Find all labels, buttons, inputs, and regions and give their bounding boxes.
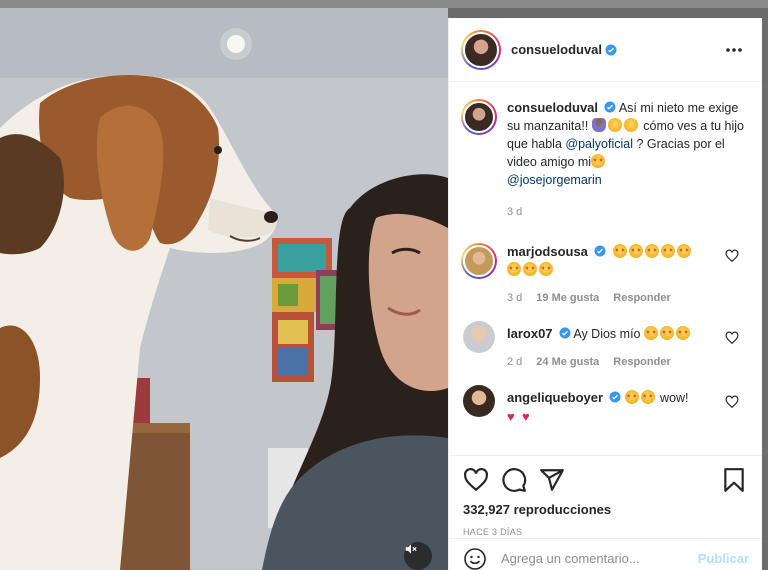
verified-icon <box>609 391 621 403</box>
like-comment-heart-icon[interactable] <box>725 395 739 409</box>
star-eyes-emoji-icon <box>628 244 643 258</box>
verified-icon <box>594 245 606 257</box>
more-options-button[interactable] <box>722 38 746 62</box>
smile-icon[interactable] <box>463 547 487 570</box>
mute-button[interactable] <box>404 542 432 570</box>
star-eyes-emoji-icon <box>676 244 691 258</box>
comment-avatar[interactable] <box>463 385 495 417</box>
star-eyes-emoji-icon <box>659 326 674 340</box>
star-eyes-emoji-icon <box>640 390 655 404</box>
caption-username[interactable]: consueloduval <box>507 100 598 115</box>
comment-likes[interactable]: 24 Me gusta <box>536 353 599 371</box>
red-heart-emoji-icon: ♥ <box>507 409 515 424</box>
comments-list: consueloduval Así mi nieto me exige su m… <box>449 83 763 455</box>
instagram-post-view: consueloduval consueloduval Así mi nieto… <box>0 0 768 570</box>
post-actions: 332,927 reproducciones HACE 3 DÍAS <box>449 455 763 537</box>
like-comment-heart-icon[interactable] <box>725 249 739 263</box>
verified-icon <box>605 44 617 55</box>
star-eyes-emoji-icon <box>591 154 606 168</box>
star-eyes-emoji-icon <box>523 262 537 276</box>
comment-input[interactable] <box>501 551 698 566</box>
comment-username[interactable]: angeliqueboyer <box>507 390 603 405</box>
post-video[interactable] <box>0 8 448 570</box>
post-date[interactable]: HACE 3 DÍAS <box>463 527 747 537</box>
caption: consueloduval Así mi nieto me exige su m… <box>461 99 747 221</box>
reply-button[interactable]: Responder <box>613 353 670 371</box>
view-count[interactable]: 332,927 reproducciones <box>463 502 747 517</box>
comment-text: Ay Dios mío <box>573 327 641 341</box>
star-eyes-emoji-icon <box>539 262 553 276</box>
comment-icon[interactable] <box>501 467 527 493</box>
star-eyes-emoji-icon <box>507 262 521 276</box>
comment-item: marjodsousa 3 d 19 Me gusta Responder <box>461 243 747 307</box>
verified-icon <box>559 327 571 339</box>
comment-time[interactable]: 2 d <box>507 353 522 371</box>
author-username[interactable]: consueloduval <box>511 42 602 57</box>
star-eyes-emoji-icon <box>643 326 658 340</box>
backdrop-strip <box>762 18 768 570</box>
author-avatar[interactable] <box>461 29 501 70</box>
star-eyes-emoji-icon <box>612 244 627 258</box>
comment-likes[interactable]: 19 Me gusta <box>536 289 599 307</box>
comment-username[interactable]: larox07 <box>507 326 553 341</box>
bookmark-icon[interactable] <box>721 467 747 493</box>
share-icon[interactable] <box>539 467 565 493</box>
face-emoji-icon <box>607 118 622 132</box>
verified-icon <box>604 101 616 113</box>
post-side-panel: consueloduval consueloduval Así mi nieto… <box>448 18 763 570</box>
video-frame-illustration <box>0 8 448 570</box>
comment-avatar[interactable] <box>461 243 497 279</box>
person-emoji-icon <box>591 118 606 132</box>
mute-icon <box>405 544 417 554</box>
comment-username[interactable]: marjodsousa <box>507 244 588 259</box>
star-eyes-emoji-icon <box>624 390 639 404</box>
comment-time[interactable]: 3 d <box>507 289 522 307</box>
comment-item: larox07 Ay Dios mío 2 d 24 Me gusta Resp… <box>461 321 747 371</box>
star-eyes-emoji-icon <box>644 244 659 258</box>
comment-avatar[interactable] <box>463 321 495 353</box>
like-heart-icon[interactable] <box>463 467 489 493</box>
red-heart-emoji-icon: ♥ <box>522 409 530 424</box>
star-eyes-emoji-icon <box>675 326 690 340</box>
caption-time[interactable]: 3 d <box>507 203 522 221</box>
like-comment-heart-icon[interactable] <box>725 331 739 345</box>
face-emoji-icon <box>623 118 638 132</box>
comment-item: angeliqueboyer wow! ♥ ♥ <box>461 385 747 425</box>
add-comment-bar: Publicar <box>449 538 763 570</box>
caption-mention-2[interactable]: @josejorgemarin <box>507 173 602 187</box>
publish-button[interactable]: Publicar <box>698 551 749 566</box>
more-icon <box>726 47 742 52</box>
caption-avatar[interactable] <box>461 99 497 135</box>
comment-text: wow! <box>660 391 689 405</box>
star-eyes-emoji-icon <box>660 244 675 258</box>
reply-button[interactable]: Responder <box>613 289 670 307</box>
top-bar <box>0 0 768 8</box>
post-header: consueloduval <box>449 18 762 82</box>
caption-mention-1[interactable]: @palyoficial <box>565 137 633 151</box>
